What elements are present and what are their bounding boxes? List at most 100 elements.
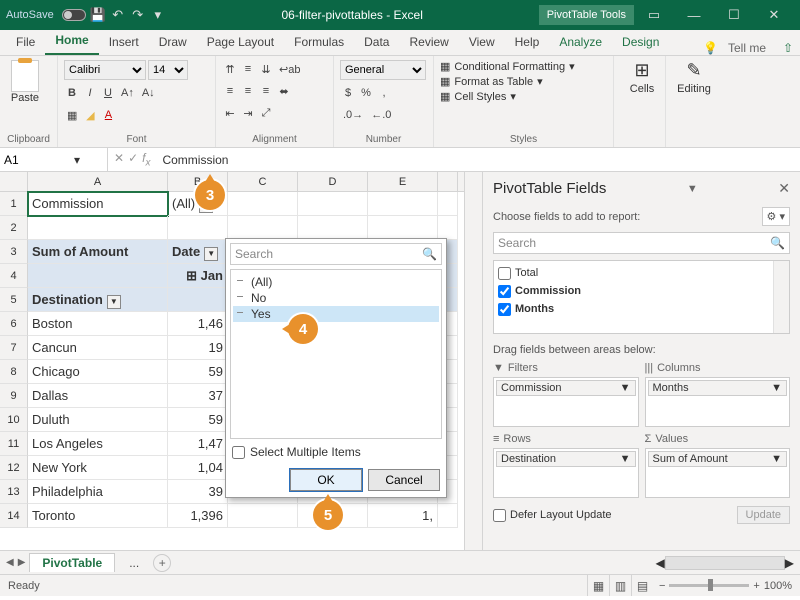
font-name-select[interactable]: Calibri	[64, 60, 146, 80]
col-header-e[interactable]: E	[368, 172, 438, 191]
undo-icon[interactable]: ↶	[110, 7, 126, 23]
currency-icon[interactable]: $	[340, 84, 356, 102]
decrease-decimal-icon[interactable]: ←.0	[368, 106, 394, 124]
name-box[interactable]: ▾	[0, 148, 108, 171]
align-middle-icon[interactable]: ≡	[240, 60, 256, 78]
fields-search-input[interactable]: Search🔍	[493, 232, 790, 254]
vertical-scrollbar[interactable]	[464, 172, 482, 550]
cell-a1[interactable]: Commission	[28, 192, 168, 216]
cell[interactable]	[168, 288, 228, 312]
cell[interactable]	[298, 216, 368, 240]
tab-home[interactable]: Home	[45, 28, 98, 55]
sheet-nav-prev[interactable]: ◀	[6, 557, 14, 568]
cell-styles-button[interactable]: ▦Cell Styles ▾	[440, 90, 607, 103]
share-button[interactable]: ⇧	[776, 41, 800, 55]
column-chip-months[interactable]: Months▼	[648, 380, 788, 396]
cells-button[interactable]: ⊞Cells	[620, 60, 664, 95]
editing-button[interactable]: ✎Editing	[672, 60, 716, 95]
cell[interactable]	[228, 504, 298, 528]
cell[interactable]	[228, 192, 298, 216]
filter-search-input[interactable]: Search🔍	[230, 243, 442, 265]
rows-drop-area[interactable]: Destination▼	[493, 448, 639, 498]
bold-button[interactable]: B	[64, 84, 80, 102]
comma-icon[interactable]: ,	[376, 84, 392, 102]
filter-chip-commission[interactable]: Commission▼	[496, 380, 636, 396]
hscroll-left-icon[interactable]: ◀	[656, 556, 665, 570]
row-header[interactable]: 12	[0, 456, 28, 480]
align-right-icon[interactable]: ≡	[258, 82, 274, 100]
row-header[interactable]: 6	[0, 312, 28, 336]
col-header-c[interactable]: C	[228, 172, 298, 191]
cell[interactable]	[298, 192, 368, 216]
pivot-value[interactable]: 1,46	[168, 312, 228, 336]
close-pane-icon[interactable]: ✕	[778, 180, 790, 197]
tab-file[interactable]: File	[6, 30, 45, 55]
row-header[interactable]: 13	[0, 480, 28, 504]
ok-button[interactable]: OK	[290, 469, 362, 491]
row-header[interactable]: 3	[0, 240, 28, 264]
pivot-row-header[interactable]: Destination▼	[28, 288, 168, 312]
pivot-value[interactable]: 37	[168, 384, 228, 408]
pivot-value[interactable]: 59	[168, 360, 228, 384]
redo-icon[interactable]: ↷	[130, 7, 146, 23]
tab-formulas[interactable]: Formulas	[284, 30, 354, 55]
row-header[interactable]: 11	[0, 432, 28, 456]
autosave-toggle[interactable]	[62, 9, 86, 21]
percent-icon[interactable]: %	[358, 84, 374, 102]
tab-view[interactable]: View	[459, 30, 505, 55]
row-header[interactable]: 8	[0, 360, 28, 384]
conditional-formatting-button[interactable]: ▦Conditional Formatting ▾	[440, 60, 607, 73]
fill-color-button[interactable]: ◢	[82, 106, 98, 124]
pivot-value[interactable]: 1,47	[168, 432, 228, 456]
border-button[interactable]: ▦	[64, 106, 80, 124]
align-center-icon[interactable]: ≡	[240, 82, 256, 100]
field-item-total[interactable]: Total	[498, 264, 785, 282]
cell[interactable]	[168, 216, 228, 240]
format-as-table-button[interactable]: ▦Format as Table ▾	[440, 75, 607, 88]
increase-decimal-icon[interactable]: .0→	[340, 106, 366, 124]
cell[interactable]	[438, 216, 458, 240]
col-header-d[interactable]: D	[298, 172, 368, 191]
decrease-font-button[interactable]: A↓	[139, 84, 158, 102]
pivot-row-label[interactable]: Duluth	[28, 408, 168, 432]
sheet-tab-more[interactable]: ...	[119, 554, 149, 572]
view-pagelayout-icon[interactable]: ▥	[609, 575, 631, 596]
merge-button[interactable]: ⬌	[276, 82, 292, 100]
italic-button[interactable]: I	[82, 84, 98, 102]
tab-insert[interactable]: Insert	[99, 30, 149, 55]
pivot-row-label[interactable]: Philadelphia	[28, 480, 168, 504]
fx-icon[interactable]: fx	[142, 151, 150, 168]
pivot-row-label[interactable]: Toronto	[28, 504, 168, 528]
row-header[interactable]: 9	[0, 384, 28, 408]
chevron-down-icon[interactable]: ▼	[687, 183, 698, 195]
defer-update-checkbox[interactable]	[493, 509, 506, 522]
pivot-value[interactable]: 19	[168, 336, 228, 360]
cell[interactable]	[368, 216, 438, 240]
number-format-select[interactable]: General	[340, 60, 426, 80]
filter-item-all[interactable]: (All)	[233, 274, 439, 290]
maximize-button[interactable]: ☐	[714, 7, 754, 23]
pivot-row-label[interactable]: Chicago	[28, 360, 168, 384]
tell-me-search[interactable]: Tell me	[718, 41, 776, 55]
name-box-input[interactable]	[4, 153, 74, 167]
increase-indent-icon[interactable]: ⇥	[240, 104, 256, 122]
tab-review[interactable]: Review	[399, 30, 458, 55]
tab-analyze[interactable]: Analyze	[549, 30, 612, 55]
row-header[interactable]: 4	[0, 264, 28, 288]
cell[interactable]	[438, 504, 458, 528]
row-header[interactable]: 7	[0, 336, 28, 360]
minimize-button[interactable]: —	[674, 8, 714, 23]
field-item-months[interactable]: Months	[498, 300, 785, 318]
hscroll-right-icon[interactable]: ▶	[785, 556, 794, 570]
values-drop-area[interactable]: Sum of Amount▼	[645, 448, 791, 498]
paste-button[interactable]: Paste	[6, 60, 44, 104]
row-header[interactable]: 1	[0, 192, 28, 216]
row-header[interactable]: 2	[0, 216, 28, 240]
row-header[interactable]: 10	[0, 408, 28, 432]
font-size-select[interactable]: 14	[148, 60, 188, 80]
sheet-nav-next[interactable]: ▶	[18, 557, 26, 568]
cell[interactable]	[28, 216, 168, 240]
row-filter-button[interactable]: ▼	[107, 295, 121, 309]
cancel-button[interactable]: Cancel	[368, 469, 440, 491]
pivot-value[interactable]: 39	[168, 480, 228, 504]
